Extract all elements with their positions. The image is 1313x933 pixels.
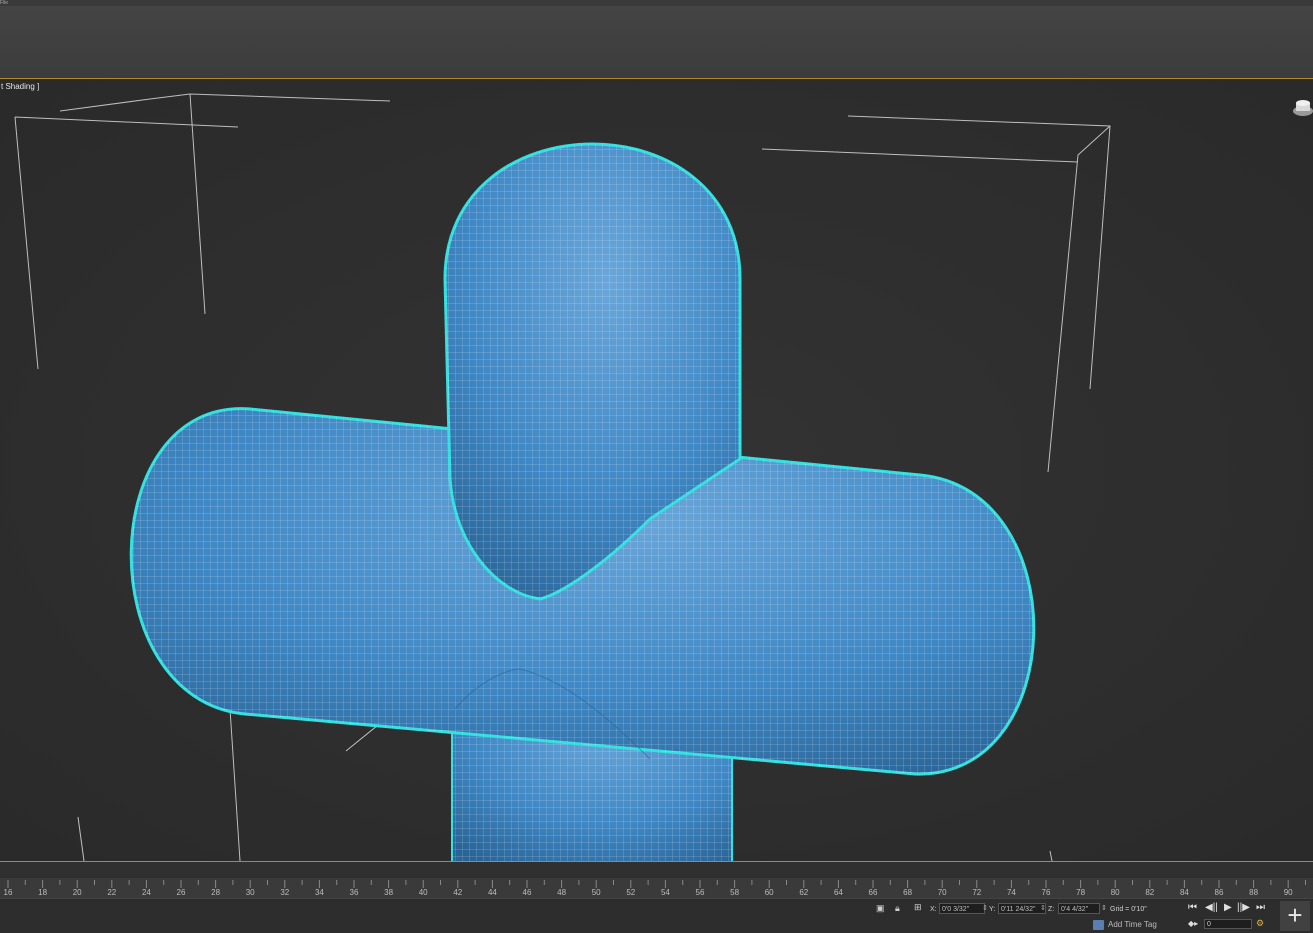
timeline-tick-label: 24 [142, 888, 151, 897]
z-spinner-icon[interactable]: ⇕ [1101, 904, 1107, 912]
timeline-tick-label: 48 [557, 888, 566, 897]
timeline-tick-label: 62 [799, 888, 808, 897]
timeline-tick-label: 16 [4, 888, 13, 897]
timeline-tick-label: 82 [1145, 888, 1154, 897]
timeline-tick-label: 36 [350, 888, 359, 897]
add-time-tag-label: Add Time Tag [1108, 920, 1157, 930]
timeline-tick-label: 86 [1215, 888, 1224, 897]
status-bar: ▣ 🔒︎ ⊞ X: 0'0 3/32" ⇕ Y: 0'11 24/32" ⇕ Z… [0, 898, 1313, 933]
timeline-tick-label: 18 [38, 888, 47, 897]
z-coordinate-field[interactable]: 0'4 4/32" [1058, 903, 1100, 914]
timeline-tick-label: 78 [1076, 888, 1085, 897]
timeline-tick-label: 26 [177, 888, 186, 897]
timeline-tick-label: 52 [626, 888, 635, 897]
current-frame-field[interactable]: 0 [1204, 919, 1252, 929]
add-time-tag-button[interactable]: Add Time Tag [1093, 920, 1157, 930]
selection-lock-icon[interactable]: ▣ [876, 903, 885, 914]
next-frame-icon[interactable]: ||▶ [1237, 902, 1250, 913]
viewport-scene [0, 79, 1313, 861]
x-spinner-icon[interactable]: ⇕ [982, 904, 988, 912]
trackbar[interactable]: 16 18 20 22 24 26 28 30 32 34 36 38 40 42 44 46 48 50 52 54… [0, 862, 1313, 898]
time-tag-icon [1093, 920, 1104, 930]
y-spinner-icon[interactable]: ⇕ [1040, 904, 1046, 912]
timeline-tick-label: 68 [903, 888, 912, 897]
x-label: X: [930, 906, 937, 913]
timeline-tick-label: 88 [1249, 888, 1258, 897]
viewcube-icon[interactable] [1287, 95, 1313, 121]
timeline-tick-label: 70 [938, 888, 947, 897]
play-icon[interactable]: ▶ [1224, 902, 1232, 913]
key-mode-icon[interactable]: ◆▸ [1188, 919, 1198, 928]
timeline-tick-label: 58 [730, 888, 739, 897]
viewport-shading-label[interactable]: t Shading ] [1, 82, 39, 91]
timeline-tick-label: 30 [246, 888, 255, 897]
grid-size: Grid = 0'10" [1110, 906, 1147, 913]
go-to-end-icon[interactable]: ⏭ [1256, 902, 1265, 913]
timeline-tick-label: 50 [592, 888, 601, 897]
timeline-tick-label: 64 [834, 888, 843, 897]
previous-frame-icon[interactable]: ◀|| [1205, 902, 1218, 913]
y-coordinate-field[interactable]: 0'11 24/32" [998, 903, 1046, 914]
timeline-tick-label: 54 [661, 888, 670, 897]
timeline-tick-label: 38 [384, 888, 393, 897]
time-config-icon[interactable]: ⚙ [1256, 918, 1264, 929]
timeline-tick-label: 90 [1284, 888, 1293, 897]
timeline-tick-label: 40 [419, 888, 428, 897]
y-label: Y: [989, 906, 996, 913]
timeline-tick-label: 20 [73, 888, 82, 897]
timeline-tick-label: 56 [696, 888, 705, 897]
timeline-tick-label: 32 [280, 888, 289, 897]
timeline-tick-label: 84 [1180, 888, 1189, 897]
timeline-tick-label: 42 [453, 888, 462, 897]
z-label: Z: [1048, 906, 1055, 913]
absolute-mode-icon[interactable]: ⊞ [914, 902, 922, 913]
timeline-tick-label: 72 [972, 888, 981, 897]
timeline-tick-label: 46 [523, 888, 532, 897]
timeline-tick-label: 28 [211, 888, 220, 897]
timeline-tick-label: 76 [1042, 888, 1051, 897]
perspective-viewport[interactable]: t Shading ] [0, 79, 1313, 862]
lock-icon[interactable]: 🔒︎ [895, 903, 900, 914]
timeline-tick-label: 60 [765, 888, 774, 897]
go-to-start-icon[interactable]: ⏮ [1188, 902, 1197, 913]
timeline-tick-label: 66 [869, 888, 878, 897]
timeline-tick-label: 44 [488, 888, 497, 897]
timeline-slider-area [0, 862, 1313, 878]
create-plus-icon[interactable]: + [1280, 901, 1310, 931]
timeline-tick-label: 22 [107, 888, 116, 897]
ribbon-toolbar [0, 6, 1313, 79]
timeline-tick-label: 34 [315, 888, 324, 897]
timeline-ruler[interactable]: 16 18 20 22 24 26 28 30 32 34 36 38 40 42 44 46 48 50 52 54… [0, 862, 1313, 898]
timeline-tick-label: 80 [1111, 888, 1120, 897]
timeline-tick-label: 74 [1007, 888, 1016, 897]
x-coordinate-field[interactable]: 0'0 3/32" [939, 903, 985, 914]
